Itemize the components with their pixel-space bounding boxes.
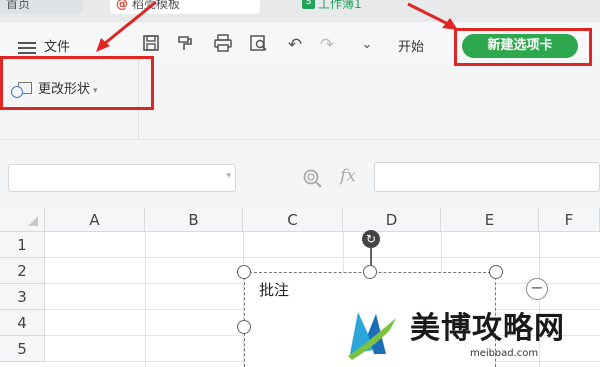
row-header[interactable]: 1 bbox=[0, 232, 45, 258]
select-all-corner[interactable] bbox=[0, 208, 45, 232]
more-dropdown-icon[interactable]: ⌄ bbox=[356, 34, 378, 56]
function-icon[interactable]: fx bbox=[340, 166, 356, 186]
column-header[interactable]: C bbox=[243, 208, 343, 232]
print-preview-icon[interactable] bbox=[248, 34, 270, 56]
tab-home-label: 首页 bbox=[6, 0, 31, 11]
print-icon[interactable] bbox=[212, 34, 234, 56]
name-box[interactable]: ▾ bbox=[8, 164, 236, 192]
minus-icon[interactable]: − bbox=[526, 278, 548, 300]
redo-icon: ↷ bbox=[319, 35, 335, 55]
tab-template[interactable]: @ 稻壳模板 bbox=[110, 0, 260, 14]
tab-start[interactable]: 开始 bbox=[398, 36, 424, 55]
row-header[interactable]: 3 bbox=[0, 284, 45, 310]
column-header[interactable]: B bbox=[145, 208, 243, 232]
watermark-brand: 美博攻略网 bbox=[410, 311, 565, 346]
column-header[interactable]: D bbox=[343, 208, 441, 232]
formula-input[interactable] bbox=[374, 162, 600, 192]
resize-handle[interactable] bbox=[237, 265, 251, 279]
row-header[interactable]: 4 bbox=[0, 310, 45, 336]
document-tab-bar: 首页 @ 稻壳模板 S 工作簿1 bbox=[0, 0, 600, 22]
spreadsheet-icon: S bbox=[302, 0, 315, 9]
tab-workbook[interactable]: S 工作簿1 bbox=[296, 0, 396, 14]
grid-line bbox=[45, 257, 600, 258]
chevron-down-icon[interactable]: ▾ bbox=[226, 171, 231, 181]
comment-text[interactable]: 批注 bbox=[259, 279, 289, 300]
zoom-icon[interactable] bbox=[302, 168, 324, 195]
resize-handle[interactable] bbox=[363, 265, 377, 279]
column-header[interactable]: E bbox=[441, 208, 539, 232]
resize-handle[interactable] bbox=[489, 265, 503, 279]
grid-line bbox=[145, 232, 146, 367]
annotation-box-shape bbox=[0, 56, 154, 110]
row-header[interactable]: 5 bbox=[0, 336, 45, 362]
column-header[interactable]: F bbox=[539, 208, 600, 232]
tab-template-label: 稻壳模板 bbox=[132, 0, 181, 11]
watermark-url: meiboad.com bbox=[470, 348, 539, 359]
file-menu-button[interactable]: 文件 bbox=[18, 36, 70, 57]
tab-workbook-label: 工作簿1 bbox=[318, 0, 362, 11]
undo-icon[interactable]: ↶ bbox=[284, 34, 306, 56]
docer-icon: @ bbox=[116, 0, 128, 11]
hamburger-icon bbox=[18, 39, 36, 57]
annotation-box-newtab bbox=[454, 28, 592, 66]
row-header[interactable]: 2 bbox=[0, 258, 45, 284]
formula-bar: ▾ fx bbox=[0, 140, 600, 208]
file-menu-label: 文件 bbox=[44, 40, 71, 55]
rotate-handle-icon[interactable]: ↻ bbox=[362, 230, 380, 248]
format-painter-icon[interactable] bbox=[174, 34, 196, 56]
column-header[interactable]: A bbox=[45, 208, 145, 232]
brand-logo-icon bbox=[348, 312, 396, 360]
tab-home[interactable]: 首页 bbox=[0, 0, 82, 14]
save-icon[interactable] bbox=[140, 34, 162, 56]
resize-handle[interactable] bbox=[237, 320, 251, 334]
watermark: 美博攻略网 meiboad.com bbox=[346, 298, 600, 367]
